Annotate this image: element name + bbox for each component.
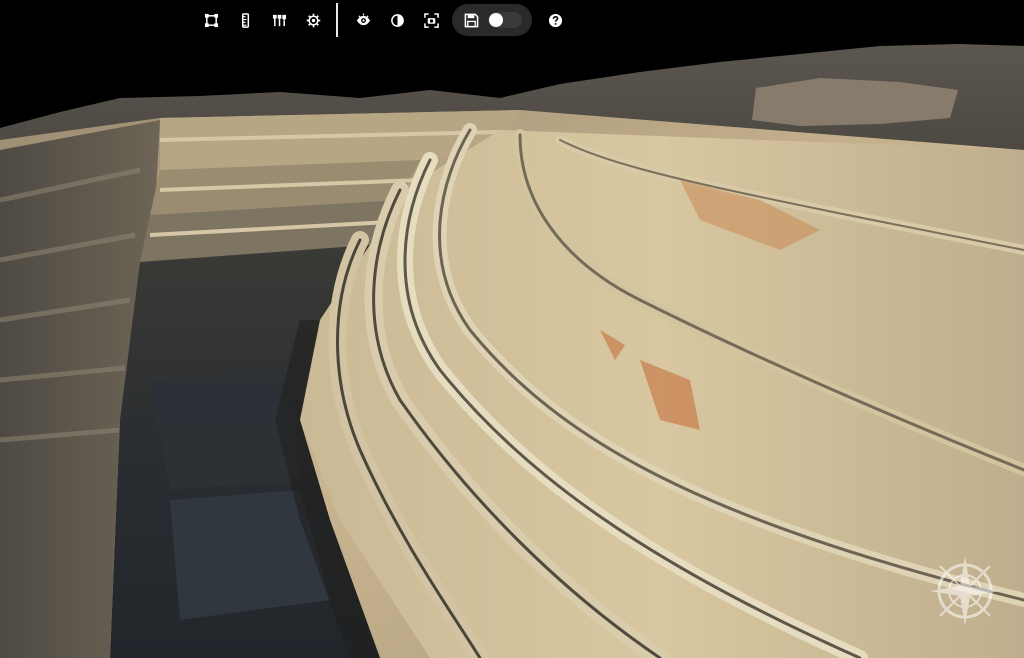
area-measure-button[interactable] [194,4,228,36]
gear-icon [306,13,320,27]
height-measure-button[interactable] [228,4,262,36]
viewer-toolbar [194,3,572,37]
question-circle-icon [548,13,562,27]
contrast-button[interactable] [380,4,414,36]
toolbar-divider [336,3,338,37]
help-button[interactable] [538,4,572,36]
save-group [452,4,532,36]
ruler-icon [241,12,249,28]
half-circle-icon [390,13,404,27]
camera-frame-icon [423,12,439,28]
bounding-square-icon [204,13,218,27]
screenshot-button[interactable] [414,4,448,36]
save-toggle[interactable] [488,12,522,28]
model-viewport[interactable] [0,0,1024,658]
eye-icon [356,12,370,25]
volume-tool-button[interactable] [262,4,296,36]
floppy-disk-icon [464,13,478,27]
settings-button[interactable] [296,4,330,36]
visibility-button[interactable] [346,4,380,36]
quarry-3d-scene[interactable] [0,0,1024,658]
save-button[interactable] [454,4,488,36]
chisel-tools-icon [272,14,286,26]
toggle-knob [489,13,503,27]
compass-rose-icon[interactable] [928,554,1002,628]
